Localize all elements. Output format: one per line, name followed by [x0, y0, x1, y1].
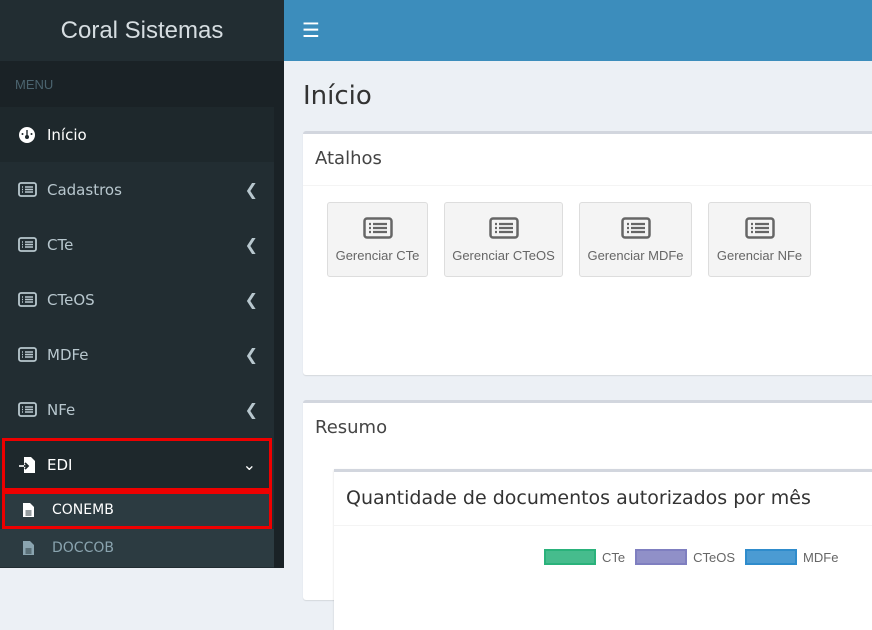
chart-box: Quantidade de documentos autorizados por…	[334, 469, 872, 630]
legend-swatch	[635, 549, 688, 565]
button-label: Gerenciar CTe	[335, 247, 420, 263]
atalhos-title: Atalhos	[303, 134, 872, 186]
legend-item-cteos[interactable]: CTeOS	[635, 549, 735, 565]
gerenciar-cte-button[interactable]: Gerenciar CTe	[327, 202, 428, 277]
sidebar-item-inicio[interactable]: Início	[0, 107, 274, 162]
sidebar-item-label: NFe	[47, 400, 76, 419]
menu-header: MENU	[0, 61, 274, 107]
chevron-left-icon: ❮	[244, 235, 258, 254]
list-icon	[18, 402, 38, 417]
page-title: Início	[303, 81, 372, 111]
sidebar-item-label: Início	[47, 125, 87, 144]
legend-item-cte[interactable]: CTe	[544, 549, 625, 565]
sidebar-item-label: MDFe	[47, 345, 89, 364]
sidebar-subitem-label: DOCCOB	[52, 540, 114, 556]
sidebar-scrollbar[interactable]	[274, 61, 284, 568]
chevron-left-icon: ❮	[244, 345, 258, 364]
button-label: Gerenciar MDFe	[587, 247, 684, 263]
chevron-down-icon: ⌄	[242, 455, 256, 474]
chevron-left-icon: ❮	[244, 400, 258, 419]
list-icon	[744, 216, 775, 242]
list-icon	[18, 347, 38, 362]
chevron-left-icon: ❮	[244, 180, 258, 199]
resumo-box: Resumo Quantidade de documentos autoriza…	[303, 400, 872, 630]
file-icon	[22, 502, 38, 518]
main-content: Início Atalhos Gerenciar CTe Gerenciar C…	[284, 61, 872, 630]
legend-label: MDFe	[803, 549, 839, 565]
gerenciar-nfe-button[interactable]: Gerenciar NFe	[708, 202, 811, 277]
chevron-left-icon: ❮	[244, 290, 258, 309]
sidebar-item-nfe[interactable]: NFe ❮	[0, 382, 274, 437]
sidebar-item-cadastros[interactable]: Cadastros ❮	[0, 162, 274, 217]
sidebar-item-mdfe[interactable]: MDFe ❮	[0, 327, 274, 382]
legend-item-mdfe[interactable]: MDFe	[745, 549, 838, 565]
list-icon	[18, 182, 38, 197]
sidebar-item-label: CTe	[47, 235, 74, 254]
list-icon	[362, 216, 393, 242]
list-icon	[488, 216, 519, 242]
sidebar: MENU Início Cadastros ❮ CTe ❮ CTeOS ❮ MD…	[0, 61, 274, 568]
gerenciar-cteos-button[interactable]: Gerenciar CTeOS	[444, 202, 563, 277]
list-icon	[18, 237, 38, 252]
sidebar-subitem-conemb[interactable]: CONEMB	[2, 491, 272, 529]
atalhos-box: Atalhos Gerenciar CTe Gerenciar CTeOS Ge…	[303, 131, 872, 375]
resumo-title: Resumo	[315, 417, 388, 438]
sidebar-item-edi[interactable]: EDI ⌄	[2, 438, 272, 491]
button-label: Gerenciar NFe	[716, 247, 803, 263]
list-icon	[620, 216, 651, 242]
chart-legend: CTe CTeOS MDFe	[544, 549, 838, 565]
sidebar-item-label: Cadastros	[47, 180, 122, 199]
button-label: Gerenciar CTeOS	[452, 247, 555, 263]
file-import-icon	[18, 456, 38, 474]
legend-swatch	[544, 549, 596, 565]
chart-title: Quantidade de documentos autorizados por…	[334, 472, 872, 526]
sidebar-subitem-label: CONEMB	[52, 502, 114, 518]
sidebar-item-cteos[interactable]: CTeOS ❮	[0, 272, 274, 327]
legend-label: CTe	[602, 549, 626, 565]
dashboard-icon	[18, 126, 38, 144]
file-icon	[22, 540, 38, 556]
list-icon	[18, 292, 38, 307]
legend-label: CTeOS	[693, 549, 736, 565]
app-logo[interactable]: Coral Sistemas	[0, 0, 284, 61]
sidebar-subitem-doccob[interactable]: DOCCOB	[0, 529, 274, 567]
legend-swatch	[745, 549, 798, 565]
sidebar-item-cte[interactable]: CTe ❮	[0, 217, 274, 272]
sidebar-item-label: EDI	[47, 455, 73, 474]
top-navbar: ☰	[284, 0, 872, 61]
gerenciar-mdfe-button[interactable]: Gerenciar MDFe	[579, 202, 692, 277]
sidebar-item-label: CTeOS	[47, 290, 95, 309]
menu-toggle-icon[interactable]: ☰	[302, 18, 320, 42]
